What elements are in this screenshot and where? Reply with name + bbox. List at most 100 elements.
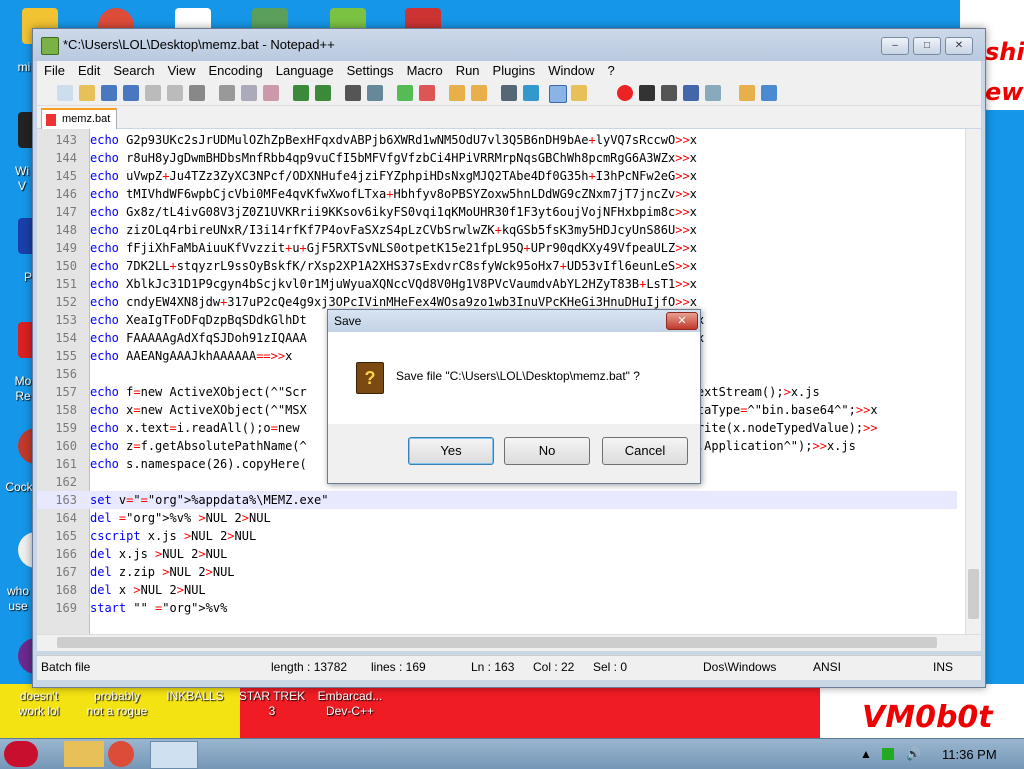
desktop-label-6[interactable]: who use xyxy=(2,584,34,614)
code-line[interactable]: 143 echo G2p93UKc2sJrUDMulOZhZpBexHFqxdvA… xyxy=(37,131,957,149)
unsaved-file-icon xyxy=(46,114,56,126)
line-code: echo Gx8z/tL4ivG08V3jZ0Z1UVKRrii9KKsov6i… xyxy=(90,205,697,219)
code-line[interactable]: 147 echo Gx8z/tL4ivG08V3jZ0Z1UVKRrii9KKso… xyxy=(37,203,957,221)
desktop-label-doesnt-work[interactable]: doesn't work lol xyxy=(6,689,72,719)
tray-up-arrow-icon[interactable]: ▲ xyxy=(860,747,872,761)
line-number: 166 xyxy=(55,547,77,561)
new-file-icon[interactable] xyxy=(57,85,73,101)
desktop-label-not-rogue[interactable]: probably not a rogue xyxy=(78,689,156,719)
desktop-label-devcpp[interactable]: Embarcad... Dev-C++ xyxy=(312,689,388,719)
play-macro-icon[interactable] xyxy=(661,85,677,101)
chrome-taskbar-icon[interactable] xyxy=(108,741,134,767)
status-eol: Dos\Windows xyxy=(703,660,777,674)
record-macro-icon[interactable] xyxy=(617,85,633,101)
code-line[interactable]: 150 echo 7DK2LL+stqyzrL9ssOyBskfK/rXsp2XP… xyxy=(37,257,957,275)
word-wrap-icon[interactable] xyxy=(501,85,517,101)
close-file-icon[interactable] xyxy=(145,85,161,101)
code-line[interactable]: 169 start "" ="org">%v% xyxy=(37,599,957,617)
volume-icon[interactable]: 🔊 xyxy=(906,747,921,761)
desktop-label-inkballs[interactable]: INKBALLS xyxy=(160,689,230,704)
line-number: 156 xyxy=(55,367,77,381)
menu-window[interactable]: Window xyxy=(541,61,600,78)
run-macro-multiple-icon[interactable] xyxy=(683,85,699,101)
code-line[interactable]: 148 echo zizOLq4rbireUNxR/I3i14rfKf7P4ovF… xyxy=(37,221,957,239)
code-line[interactable]: 144 echo r8uH8yJgDwmBHDbsMnfRbb4qp9vuCfI5… xyxy=(37,149,957,167)
menu-settings[interactable]: Settings xyxy=(340,61,400,78)
explorer-taskbar-icon[interactable] xyxy=(64,741,104,767)
desktop-label-star-trek[interactable]: STAR TREK 3 xyxy=(236,689,308,719)
stop-macro-icon[interactable] xyxy=(639,85,655,101)
folder-workspace-icon[interactable] xyxy=(739,85,755,101)
tab-memz-bat[interactable]: memz.bat xyxy=(41,108,117,130)
spellcheck-icon[interactable] xyxy=(761,85,777,101)
line-code: del z.zip >NUL 2>NUL xyxy=(90,565,235,579)
copy-icon[interactable] xyxy=(241,85,257,101)
save-all-icon[interactable] xyxy=(123,85,139,101)
code-line[interactable]: 168 del x >NUL 2>NUL xyxy=(37,581,957,599)
no-button[interactable]: No xyxy=(504,437,590,465)
menu-view[interactable]: View xyxy=(161,61,202,78)
menu-macro[interactable]: Macro xyxy=(400,61,449,78)
status-bar: Batch file length : 13782 lines : 169 Ln… xyxy=(37,655,981,680)
code-line[interactable]: 151 echo XblkJc31D1P9cgyn4bScjkvl0r1MjuWy… xyxy=(37,275,957,293)
cancel-button[interactable]: Cancel xyxy=(602,437,688,465)
code-line[interactable]: 164 del ="org">%v% >NUL 2>NUL xyxy=(37,509,957,527)
paste-icon[interactable] xyxy=(263,85,279,101)
code-line[interactable]: 149 echo fFjiXhFaMbAiuuKfVvzzit+u+GjF5RXT… xyxy=(37,239,957,257)
window-titlebar[interactable]: *C:\Users\LOL\Desktop\memz.bat - Notepad… xyxy=(33,29,985,61)
notepadpp-taskbar-icon[interactable] xyxy=(150,741,198,769)
menu-language[interactable]: Language xyxy=(269,61,340,78)
open-file-icon[interactable] xyxy=(79,85,95,101)
start-button-angry-bird-icon[interactable] xyxy=(4,741,38,767)
desktop-label-5[interactable]: Cock xyxy=(2,480,36,495)
network-icon[interactable] xyxy=(882,748,894,760)
vertical-scroll-thumb[interactable] xyxy=(968,569,979,619)
dialog-titlebar[interactable]: Save ✕ xyxy=(328,310,700,332)
desktop-label-1[interactable]: mi xyxy=(14,60,34,75)
minimize-button[interactable]: – xyxy=(881,37,909,55)
code-line[interactable]: 165 cscript x.js >NUL 2>NUL xyxy=(37,527,957,545)
find-icon[interactable] xyxy=(345,85,361,101)
code-line[interactable]: 167 del z.zip >NUL 2>NUL xyxy=(37,563,957,581)
cut-icon[interactable] xyxy=(219,85,235,101)
menu-file[interactable]: File xyxy=(37,61,71,78)
sync-h-icon[interactable] xyxy=(471,85,487,101)
horizontal-scroll-thumb[interactable] xyxy=(57,637,937,648)
line-number: 143 xyxy=(55,133,77,147)
menu-run[interactable]: Run xyxy=(449,61,486,78)
close-window-button[interactable]: ✕ xyxy=(945,37,973,55)
horizontal-scrollbar[interactable] xyxy=(37,634,981,651)
code-line[interactable]: 146 echo tMIVhdWF6wpbCjcVbi0MFe4qvKfwXwof… xyxy=(37,185,957,203)
line-code: del x >NUL 2>NUL xyxy=(90,583,206,597)
save-icon[interactable] xyxy=(101,85,117,101)
dialog-close-button[interactable]: ✕ xyxy=(666,312,698,330)
code-line[interactable]: 145 echo uVwpZ+Ju4TZz3ZyXC3NPcf/ODXNHufe4… xyxy=(37,167,957,185)
close-all-icon[interactable] xyxy=(167,85,183,101)
code-line[interactable]: 163 set v="="org">%appdata%\MEMZ.exe" xyxy=(37,491,957,509)
line-code: set v="="org">%appdata%\MEMZ.exe" xyxy=(90,493,329,507)
print-icon[interactable] xyxy=(189,85,205,101)
yes-button[interactable]: Yes xyxy=(408,437,494,465)
doc-map-icon[interactable] xyxy=(571,85,587,101)
maximize-button[interactable]: □ xyxy=(913,37,941,55)
menu-encoding[interactable]: Encoding xyxy=(202,61,269,78)
code-line[interactable]: 166 del x.js >NUL 2>NUL xyxy=(37,545,957,563)
indent-guide-icon[interactable] xyxy=(549,85,567,103)
menu-search[interactable]: Search xyxy=(106,61,160,78)
line-number: 151 xyxy=(55,277,77,291)
sync-v-icon[interactable] xyxy=(449,85,465,101)
replace-icon[interactable] xyxy=(367,85,383,101)
show-all-chars-icon[interactable] xyxy=(523,85,539,101)
menu-edit[interactable]: Edit xyxy=(71,61,106,78)
clock[interactable]: 11:36 PM xyxy=(942,747,997,762)
save-macro-icon[interactable] xyxy=(705,85,721,101)
redo-icon[interactable] xyxy=(315,85,331,101)
window-title: *C:\Users\LOL\Desktop\memz.bat - Notepad… xyxy=(63,37,335,52)
zoom-out-icon[interactable] xyxy=(419,85,435,101)
menu-plugins[interactable]: Plugins xyxy=(486,61,542,78)
menu-help[interactable]: ? xyxy=(600,61,620,78)
vertical-scrollbar[interactable] xyxy=(965,129,981,634)
status-insert-mode: INS xyxy=(933,660,954,674)
zoom-in-icon[interactable] xyxy=(397,85,413,101)
undo-icon[interactable] xyxy=(293,85,309,101)
